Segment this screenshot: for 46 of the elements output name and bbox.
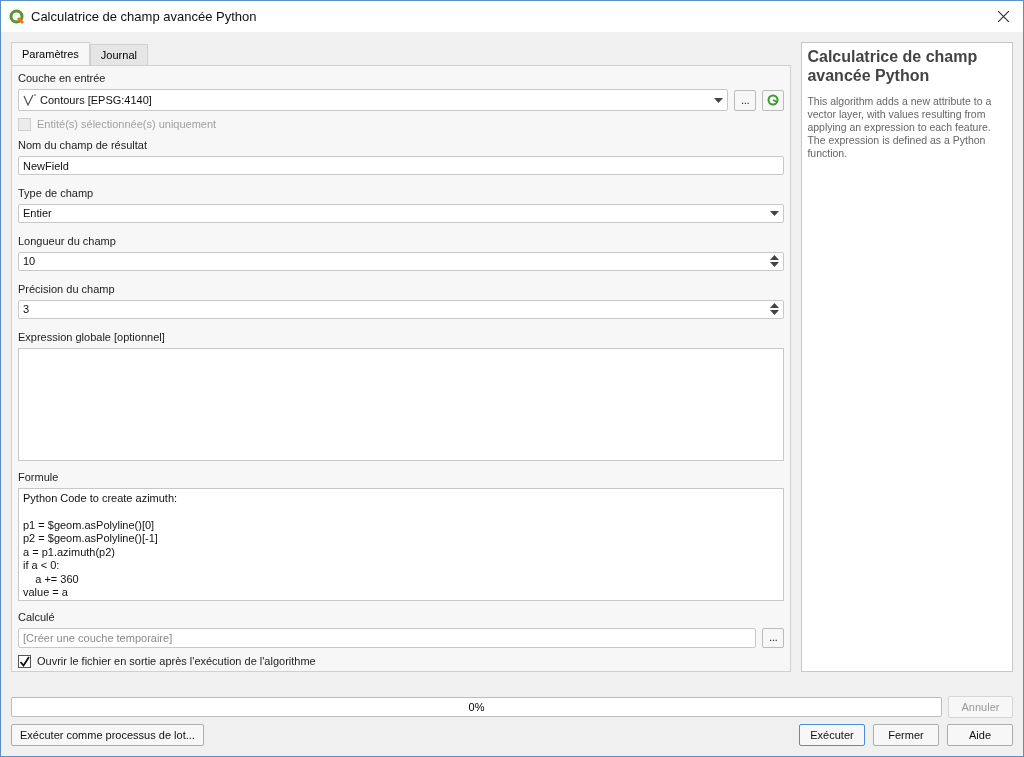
help-title: Calculatrice de champ avancée Python [807, 47, 979, 85]
caret-icon [770, 210, 780, 216]
field-label: Précision du champ [18, 281, 115, 296]
code-line: if a < 0: [23, 559, 60, 573]
close-icon[interactable] [998, 11, 1009, 22]
checkbox-label: Ouvrir le fichier en sortie après l'exécution de l'algorithme [37, 654, 316, 670]
layer-dropdown[interactable]: Contours [EPSG:4140] [18, 89, 729, 111]
tab[interactable]: Paramètres [11, 42, 90, 65]
code-text-area[interactable]: Python Code to create azimuth: p1 = $geom.asPolyline()[0] p2 = $geom.asPolyline()[-1] a = p1.azimuth(p2) if a < 0: a += 360 value = a [18, 487, 785, 602]
dialog-button[interactable]: Exécuter [799, 724, 865, 746]
code-line: value = a [23, 586, 68, 600]
field-label: Longueur du champ [18, 233, 116, 248]
field-label: Couche en entrée [18, 71, 106, 85]
browse-button[interactable]: ... [734, 89, 757, 111]
spin-arrows-icon[interactable] [770, 254, 780, 269]
spin-box[interactable]: 3 [18, 299, 785, 319]
input-field[interactable]: NewField [18, 156, 785, 176]
code-line: a = p1.azimuth(p2) [23, 545, 116, 560]
dialog-button[interactable]: Fermer [873, 724, 939, 746]
field-label: Formule [18, 469, 59, 484]
spin-box[interactable]: 10 [18, 251, 785, 271]
line-layer-icon [23, 94, 37, 106]
code-line: a += 360 [34, 572, 79, 587]
caret-icon [714, 97, 724, 103]
field-label: Expression globale [optionnel] [18, 329, 165, 344]
field-label: Nom du champ de résultat [18, 138, 147, 152]
tab[interactable]: Journal [89, 44, 148, 65]
checkbox[interactable] [18, 654, 31, 668]
dialog-button[interactable]: Aide [947, 724, 1013, 746]
checkbox-label: Entité(s) sélectionnée(s) uniquement [37, 117, 217, 133]
checkmark-icon [19, 655, 30, 667]
help-text: This algorithm adds a new attribute to a vector layer, with values resulting from applying an expression to each feature. The expression is defined as a Python function. [807, 95, 993, 160]
code-line: p2 = $geom.asPolyline()[-1] [23, 532, 158, 546]
app-logo-icon [9, 8, 25, 25]
iterate-button[interactable] [762, 89, 785, 111]
field-label: Type de champ [18, 185, 94, 200]
code-line: Python Code to create azimuth: [23, 491, 178, 506]
dialog-button[interactable]: Exécuter comme processus de lot... [11, 724, 204, 746]
window-title: Calculatrice de champ avancée Python [31, 7, 257, 26]
output-field[interactable]: [Créer une couche temporaire] [18, 628, 757, 648]
progress-reading: 0% [468, 699, 485, 715]
spin-arrows-icon[interactable] [770, 302, 780, 317]
field-label: Calculé [18, 610, 55, 624]
type-dropdown[interactable]: Entier [18, 203, 785, 223]
code-line: p1 = $geom.asPolyline()[0] [23, 518, 155, 533]
browse-button[interactable]: ... [762, 628, 785, 648]
